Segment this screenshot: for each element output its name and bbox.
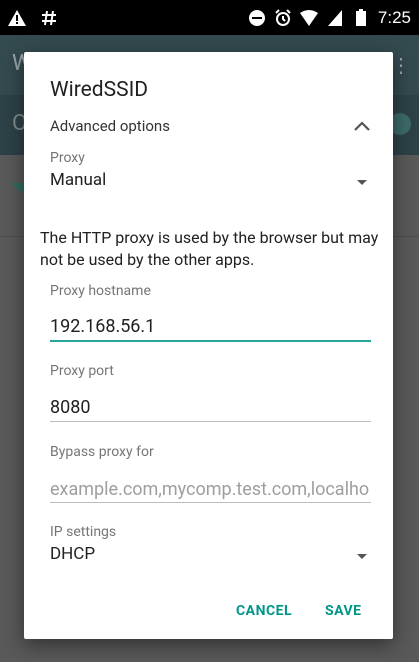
signal-icon	[326, 9, 344, 27]
overflow-menu-icon: ⋮	[391, 53, 411, 77]
dropdown-arrow-icon	[357, 554, 367, 559]
proxy-value: Manual	[50, 170, 107, 190]
status-bar: 7:25	[0, 0, 419, 35]
advanced-options-label[interactable]: Advanced options	[50, 117, 170, 135]
bypass-proxy-label: Bypass proxy for	[50, 444, 154, 460]
proxy-port-label: Proxy port	[50, 363, 114, 379]
chevron-up-icon[interactable]	[353, 117, 371, 131]
proxy-port-underline	[50, 421, 371, 422]
hash-icon	[40, 9, 58, 27]
dropdown-arrow-icon	[357, 180, 367, 185]
cancel-button[interactable]: CANCEL	[230, 599, 298, 623]
battery-icon	[352, 9, 370, 27]
alarm-icon	[274, 8, 292, 27]
bypass-proxy-input[interactable]	[50, 477, 370, 501]
network-config-dialog: WiredSSID Advanced options Proxy Manual …	[24, 52, 393, 639]
wifi-icon	[299, 9, 318, 27]
proxy-hostname-underline	[50, 340, 371, 342]
save-button[interactable]: SAVE	[319, 599, 368, 623]
dialog-title: WiredSSID	[50, 78, 149, 102]
bypass-proxy-underline	[50, 502, 371, 503]
proxy-hostname-input[interactable]	[50, 314, 370, 338]
ip-settings-label: IP settings	[50, 524, 117, 540]
proxy-warning-text: The HTTP proxy is used by the browser bu…	[40, 228, 379, 269]
warning-icon	[8, 9, 26, 27]
dnd-icon	[248, 9, 266, 27]
ip-settings-spinner[interactable]: DHCP	[50, 544, 370, 572]
proxy-hostname-label: Proxy hostname	[50, 283, 151, 299]
proxy-port-input[interactable]	[50, 395, 370, 419]
status-time: 7:25	[377, 7, 411, 27]
proxy-spinner[interactable]: Manual	[50, 170, 370, 198]
proxy-label: Proxy	[50, 150, 85, 166]
ip-settings-value: DHCP	[50, 544, 96, 564]
